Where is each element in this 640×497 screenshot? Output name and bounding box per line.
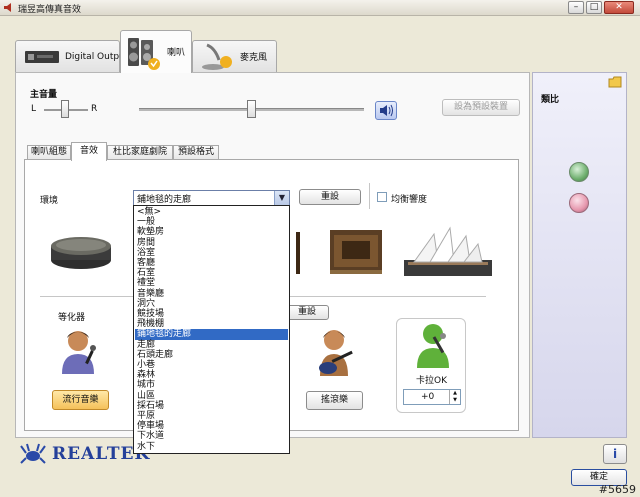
speaker-app-icon (4, 3, 11, 12)
analog-connector-panel (532, 72, 627, 438)
dropdown-option[interactable]: 走廊 (135, 340, 288, 350)
dropdown-option[interactable]: 浴室 (135, 248, 288, 258)
tab-microphone-label: 麥克風 (240, 53, 268, 63)
balance-slider-thumb[interactable] (61, 100, 69, 118)
loudness-checkbox[interactable] (377, 192, 387, 202)
crab-logo-icon (20, 443, 46, 464)
preset-rock-button[interactable]: 搖滾樂 (306, 391, 363, 410)
dropdown-option[interactable]: <無> (135, 207, 288, 217)
opera-house-image (404, 226, 492, 276)
digital-output-icon (25, 51, 59, 63)
stepper-up-icon[interactable]: ▲ (449, 390, 460, 397)
divider (369, 183, 370, 209)
dropdown-option[interactable]: 水下 (135, 442, 288, 452)
tab-speaker[interactable]: 喇叭 (120, 30, 192, 73)
dropdown-option[interactable]: 城市 (135, 380, 288, 390)
karaoke-key-stepper[interactable]: +0 ▲ ▼ (403, 389, 461, 405)
dropdown-option[interactable]: 下水道 (135, 431, 288, 441)
environment-dropdown-list[interactable]: <無> 一般 軟墊房 房間 浴室 客廳 石室 禮堂 音樂廳 洞穴 競技場 飛機棚 鋪地毯的走廊 走廊 石頭走… (133, 205, 290, 454)
dropdown-option[interactable]: 採石場 (135, 401, 288, 411)
dropdown-option[interactable]: 平原 (135, 411, 288, 421)
watermark: #5659 (598, 483, 636, 496)
environment-select[interactable]: 鋪地毯的走廊 ▼ (133, 190, 290, 206)
dropdown-option[interactable]: 音樂廳 (135, 289, 288, 299)
karaoke-label: 卡拉OK (416, 376, 447, 386)
dropdown-option[interactable]: 鋪地毯的走廊 (135, 329, 288, 340)
tab-default-format[interactable]: 預設格式 (173, 145, 219, 160)
stepper-down-icon[interactable]: ▼ (449, 397, 460, 404)
arena-image (296, 230, 382, 274)
environment-selected-value: 鋪地毯的走廊 (137, 195, 192, 205)
folder-icon[interactable] (608, 76, 622, 88)
minimize-button[interactable]: – (568, 1, 584, 14)
dropdown-option[interactable]: 小巷 (135, 360, 288, 370)
karaoke-figure (413, 320, 453, 370)
stone-disc-image (51, 237, 111, 269)
master-volume-label: 主音量 (30, 90, 58, 100)
info-button[interactable]: i (603, 444, 627, 464)
dropdown-option[interactable]: 客廳 (135, 258, 288, 268)
tab-microphone[interactable]: 麥克風 (192, 40, 277, 72)
dropdown-option[interactable]: 飛機棚 (135, 319, 288, 329)
speaker-icon (128, 38, 160, 70)
dropdown-option[interactable]: 石頭走廊 (135, 350, 288, 360)
loudness-label: 均衡響度 (391, 195, 428, 205)
dropdown-option[interactable]: 石室 (135, 268, 288, 278)
environment-reset-button[interactable]: 重設 (299, 189, 361, 205)
close-button[interactable]: ✕ (604, 1, 634, 14)
dropdown-option[interactable]: 軟墊房 (135, 227, 288, 237)
environment-label: 環境 (40, 196, 59, 206)
dropdown-option[interactable]: 洞穴 (135, 299, 288, 309)
equalizer-label: 等化器 (58, 313, 86, 323)
dropdown-option[interactable]: 一般 (135, 217, 288, 227)
chevron-down-icon[interactable]: ▼ (274, 191, 289, 205)
dropdown-option[interactable]: 競技場 (135, 309, 288, 319)
volume-slider-thumb[interactable] (247, 100, 256, 118)
balance-right-label: R (91, 104, 98, 114)
karaoke-key-value: +0 (421, 392, 435, 402)
mute-button[interactable] (375, 101, 397, 120)
tab-sound-effects[interactable]: 音效 (71, 142, 107, 161)
tab-digital-output-label: Digital Output (65, 52, 129, 62)
tab-dolby-home-theater[interactable]: 杜比家庭劇院 (107, 145, 173, 160)
environment-preset-arena[interactable] (296, 222, 388, 280)
dropdown-option[interactable]: 森林 (135, 370, 288, 380)
karaoke-singer-icon (417, 324, 449, 368)
rock-guitarist-icon (319, 330, 353, 376)
preset-pop-button[interactable]: 流行音樂 (52, 390, 109, 410)
tab-speaker-label: 喇叭 (167, 48, 186, 58)
pop-singer-icon (62, 331, 96, 374)
dropdown-option[interactable]: 山區 (135, 391, 288, 401)
speaker-volume-icon (380, 104, 393, 117)
balance-left-label: L (31, 104, 37, 114)
realtek-crab-logo (20, 443, 46, 465)
equalizer-reset-button[interactable]: 重設 (285, 305, 329, 320)
dropdown-option[interactable]: 停車場 (135, 421, 288, 431)
line-out-jack[interactable] (569, 162, 589, 182)
dropdown-option[interactable]: 房間 (135, 238, 288, 248)
analog-label: 類比 (541, 95, 560, 105)
equalizer-pop-figure (54, 328, 104, 378)
equalizer-rock-figure (314, 326, 358, 378)
maximize-button[interactable]: □ (586, 1, 602, 14)
set-default-device-button[interactable]: 設為預設裝置 (442, 99, 520, 116)
title-bar: 瑞昱高傳真音效 – □ ✕ (0, 0, 640, 16)
environment-preset-stone[interactable] (40, 222, 122, 280)
tab-digital-output[interactable]: Digital Output (15, 40, 128, 72)
window-title: 瑞昱高傳真音效 (18, 5, 82, 15)
mic-in-jack[interactable] (569, 193, 589, 213)
tab-speaker-config[interactable]: 喇叭組態 (27, 145, 71, 160)
microphone-icon (202, 43, 232, 70)
info-icon: i (612, 447, 618, 461)
environment-preset-opera-house[interactable] (404, 222, 492, 280)
dropdown-option[interactable]: 禮堂 (135, 278, 288, 288)
